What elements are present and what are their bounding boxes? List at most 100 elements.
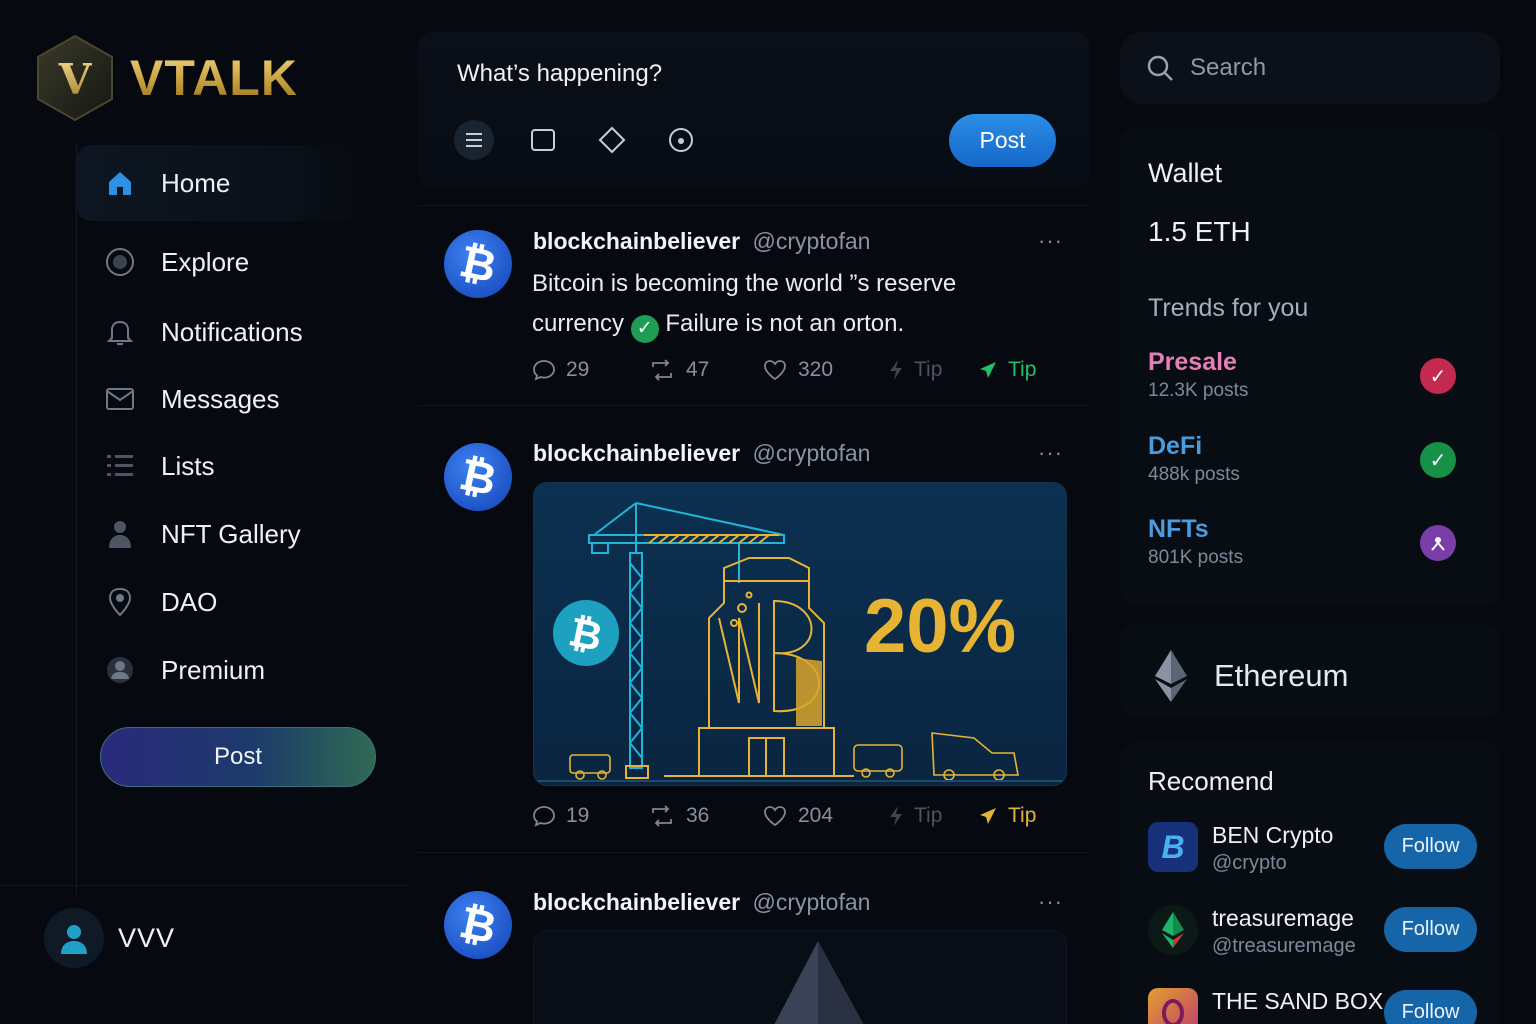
nft-badge-icon: [1420, 525, 1456, 561]
tweet-media-image[interactable]: ₿ 20%: [533, 482, 1067, 786]
diamond-icon[interactable]: [592, 120, 632, 160]
reply-button[interactable]: 19: [532, 804, 648, 828]
ethereum-icon: [1146, 646, 1196, 706]
trend-count: 12.3K posts: [1148, 380, 1249, 401]
nav-label: DAO: [161, 586, 218, 617]
emoji-icon[interactable]: [661, 120, 701, 160]
tweet-header: blockchainbeliever @cryptofan: [533, 440, 870, 467]
follow-button[interactable]: Follow: [1384, 990, 1477, 1024]
ethereum-card[interactable]: Ethereum: [1120, 624, 1500, 718]
treasuremage-avatar[interactable]: [1148, 905, 1198, 955]
search-bar[interactable]: Search: [1120, 32, 1500, 104]
more-options-icon[interactable]: ···: [1038, 440, 1063, 466]
wallet-trends-card: Wallet 1.5 ETH Trends for you Presale 12…: [1120, 128, 1500, 606]
composer-post-button[interactable]: Post: [949, 114, 1056, 167]
feed-column: What’s happening? Post ₿ blockchainbelie…: [418, 0, 1090, 1024]
bolt-icon: [890, 360, 902, 380]
wallet-title: Wallet: [1148, 158, 1223, 188]
tweet-author-name[interactable]: blockchainbeliever: [533, 440, 740, 466]
person-icon: [105, 519, 135, 549]
nav-item-dao[interactable]: DAO: [77, 564, 377, 640]
nav-label: Notifications: [161, 316, 303, 347]
tip-label: Tip: [914, 358, 943, 381]
account-switcher[interactable]: VVV: [44, 908, 175, 968]
sidebar-post-button[interactable]: Post: [100, 727, 376, 787]
recommend-name[interactable]: THE SAND BOX: [1212, 988, 1383, 1015]
divider: [418, 205, 1090, 206]
ethereum-row: Ethereum: [1146, 646, 1348, 706]
mail-icon: [105, 384, 135, 414]
nav-label: Messages: [161, 383, 280, 414]
bitcoin-avatar-icon[interactable]: ₿: [444, 443, 512, 511]
nav-item-messages[interactable]: Messages: [77, 361, 377, 437]
nav-item-nft-gallery[interactable]: NFT Gallery: [77, 496, 377, 572]
ethereum-label: Ethereum: [1214, 658, 1349, 693]
recommend-title: Recomend: [1148, 766, 1274, 796]
more-options-icon[interactable]: ···: [1038, 228, 1063, 254]
brand-logo[interactable]: V VTALK: [36, 34, 298, 122]
tweet-author-handle[interactable]: @cryptofan: [752, 228, 870, 254]
user-avatar-icon: [44, 908, 104, 968]
trend-item[interactable]: DeFi 488k posts ✓: [1148, 432, 1468, 486]
tweet-media-image[interactable]: [533, 930, 1067, 1024]
reply-icon: [533, 806, 555, 827]
text-format-icon[interactable]: [454, 120, 494, 160]
tip-button[interactable]: Tip: [888, 358, 978, 382]
like-button[interactable]: 320: [762, 358, 888, 382]
trends-title: Trends for you: [1148, 294, 1309, 322]
trend-item[interactable]: NFTs 801K posts: [1148, 515, 1468, 569]
reply-button[interactable]: 29: [532, 358, 648, 382]
repost-count: 47: [686, 358, 710, 381]
nav-item-premium[interactable]: Premium: [77, 632, 377, 708]
nav-label: Premium: [161, 654, 266, 685]
left-sidebar: V VTALK Home Explore Notifications Messa…: [0, 0, 415, 1024]
like-button[interactable]: 204: [762, 804, 888, 828]
tweet-author-name[interactable]: blockchainbeliever: [533, 228, 740, 254]
repost-icon: [652, 359, 672, 381]
trend-count: 488k posts: [1148, 464, 1240, 485]
nav-item-home[interactable]: Home: [77, 145, 377, 221]
recommend-item: THE SAND BOX Follow: [1148, 988, 1488, 1024]
repost-button[interactable]: 36: [648, 804, 762, 828]
like-count: 320: [798, 358, 834, 381]
nav-item-lists[interactable]: Lists: [77, 428, 377, 504]
recommend-handle: @crypto: [1212, 852, 1287, 874]
nav-label: Home: [161, 167, 231, 198]
tweet-author-handle[interactable]: @cryptofan: [752, 440, 870, 466]
nav-item-notifications[interactable]: Notifications: [77, 294, 377, 370]
tweet-author-name[interactable]: blockchainbeliever: [533, 889, 740, 915]
more-options-icon[interactable]: ···: [1038, 889, 1063, 915]
repost-icon: [652, 805, 672, 827]
tweet-text-line: Failure is not an orton.: [665, 310, 905, 337]
composer-input[interactable]: What’s happening?: [457, 60, 662, 88]
sandbox-avatar[interactable]: [1148, 988, 1198, 1024]
recommend-item: treasuremage @treasuremage Follow: [1148, 905, 1488, 963]
tip-button[interactable]: Tip: [888, 804, 978, 828]
divider: [418, 405, 1090, 406]
image-icon[interactable]: [523, 120, 563, 160]
tip-send-button[interactable]: Tip: [978, 358, 1036, 382]
trend-item[interactable]: Presale 12.3K posts ✓: [1148, 348, 1468, 402]
nav-label: Explore: [161, 246, 250, 277]
bitcoin-avatar-icon[interactable]: ₿: [444, 891, 512, 959]
check-badge-icon: ✓: [1420, 358, 1456, 394]
repost-button[interactable]: 47: [648, 358, 762, 382]
recommend-name[interactable]: treasuremage: [1212, 905, 1354, 932]
explore-icon: [105, 247, 135, 277]
follow-button[interactable]: Follow: [1384, 824, 1477, 869]
ben-crypto-avatar[interactable]: B: [1148, 822, 1198, 872]
follow-button[interactable]: Follow: [1384, 907, 1477, 952]
right-column: Search Wallet 1.5 ETH Trends for you Pre…: [1120, 0, 1500, 1024]
bitcoin-avatar-icon[interactable]: ₿: [444, 230, 512, 298]
search-input[interactable]: Search: [1190, 54, 1266, 82]
check-badge-icon: ✓: [1420, 442, 1456, 478]
nav-item-explore[interactable]: Explore: [77, 224, 377, 300]
pin-icon: [105, 587, 135, 617]
tweet-author-handle[interactable]: @cryptofan: [752, 889, 870, 915]
recommend-item: B BEN Crypto @crypto Follow: [1148, 822, 1488, 880]
brand-name: VTALK: [130, 50, 298, 106]
heart-icon: [764, 360, 786, 381]
recommend-name[interactable]: BEN Crypto: [1212, 822, 1333, 849]
tip-send-button[interactable]: Tip: [978, 804, 1036, 828]
svg-text:V: V: [58, 55, 93, 104]
